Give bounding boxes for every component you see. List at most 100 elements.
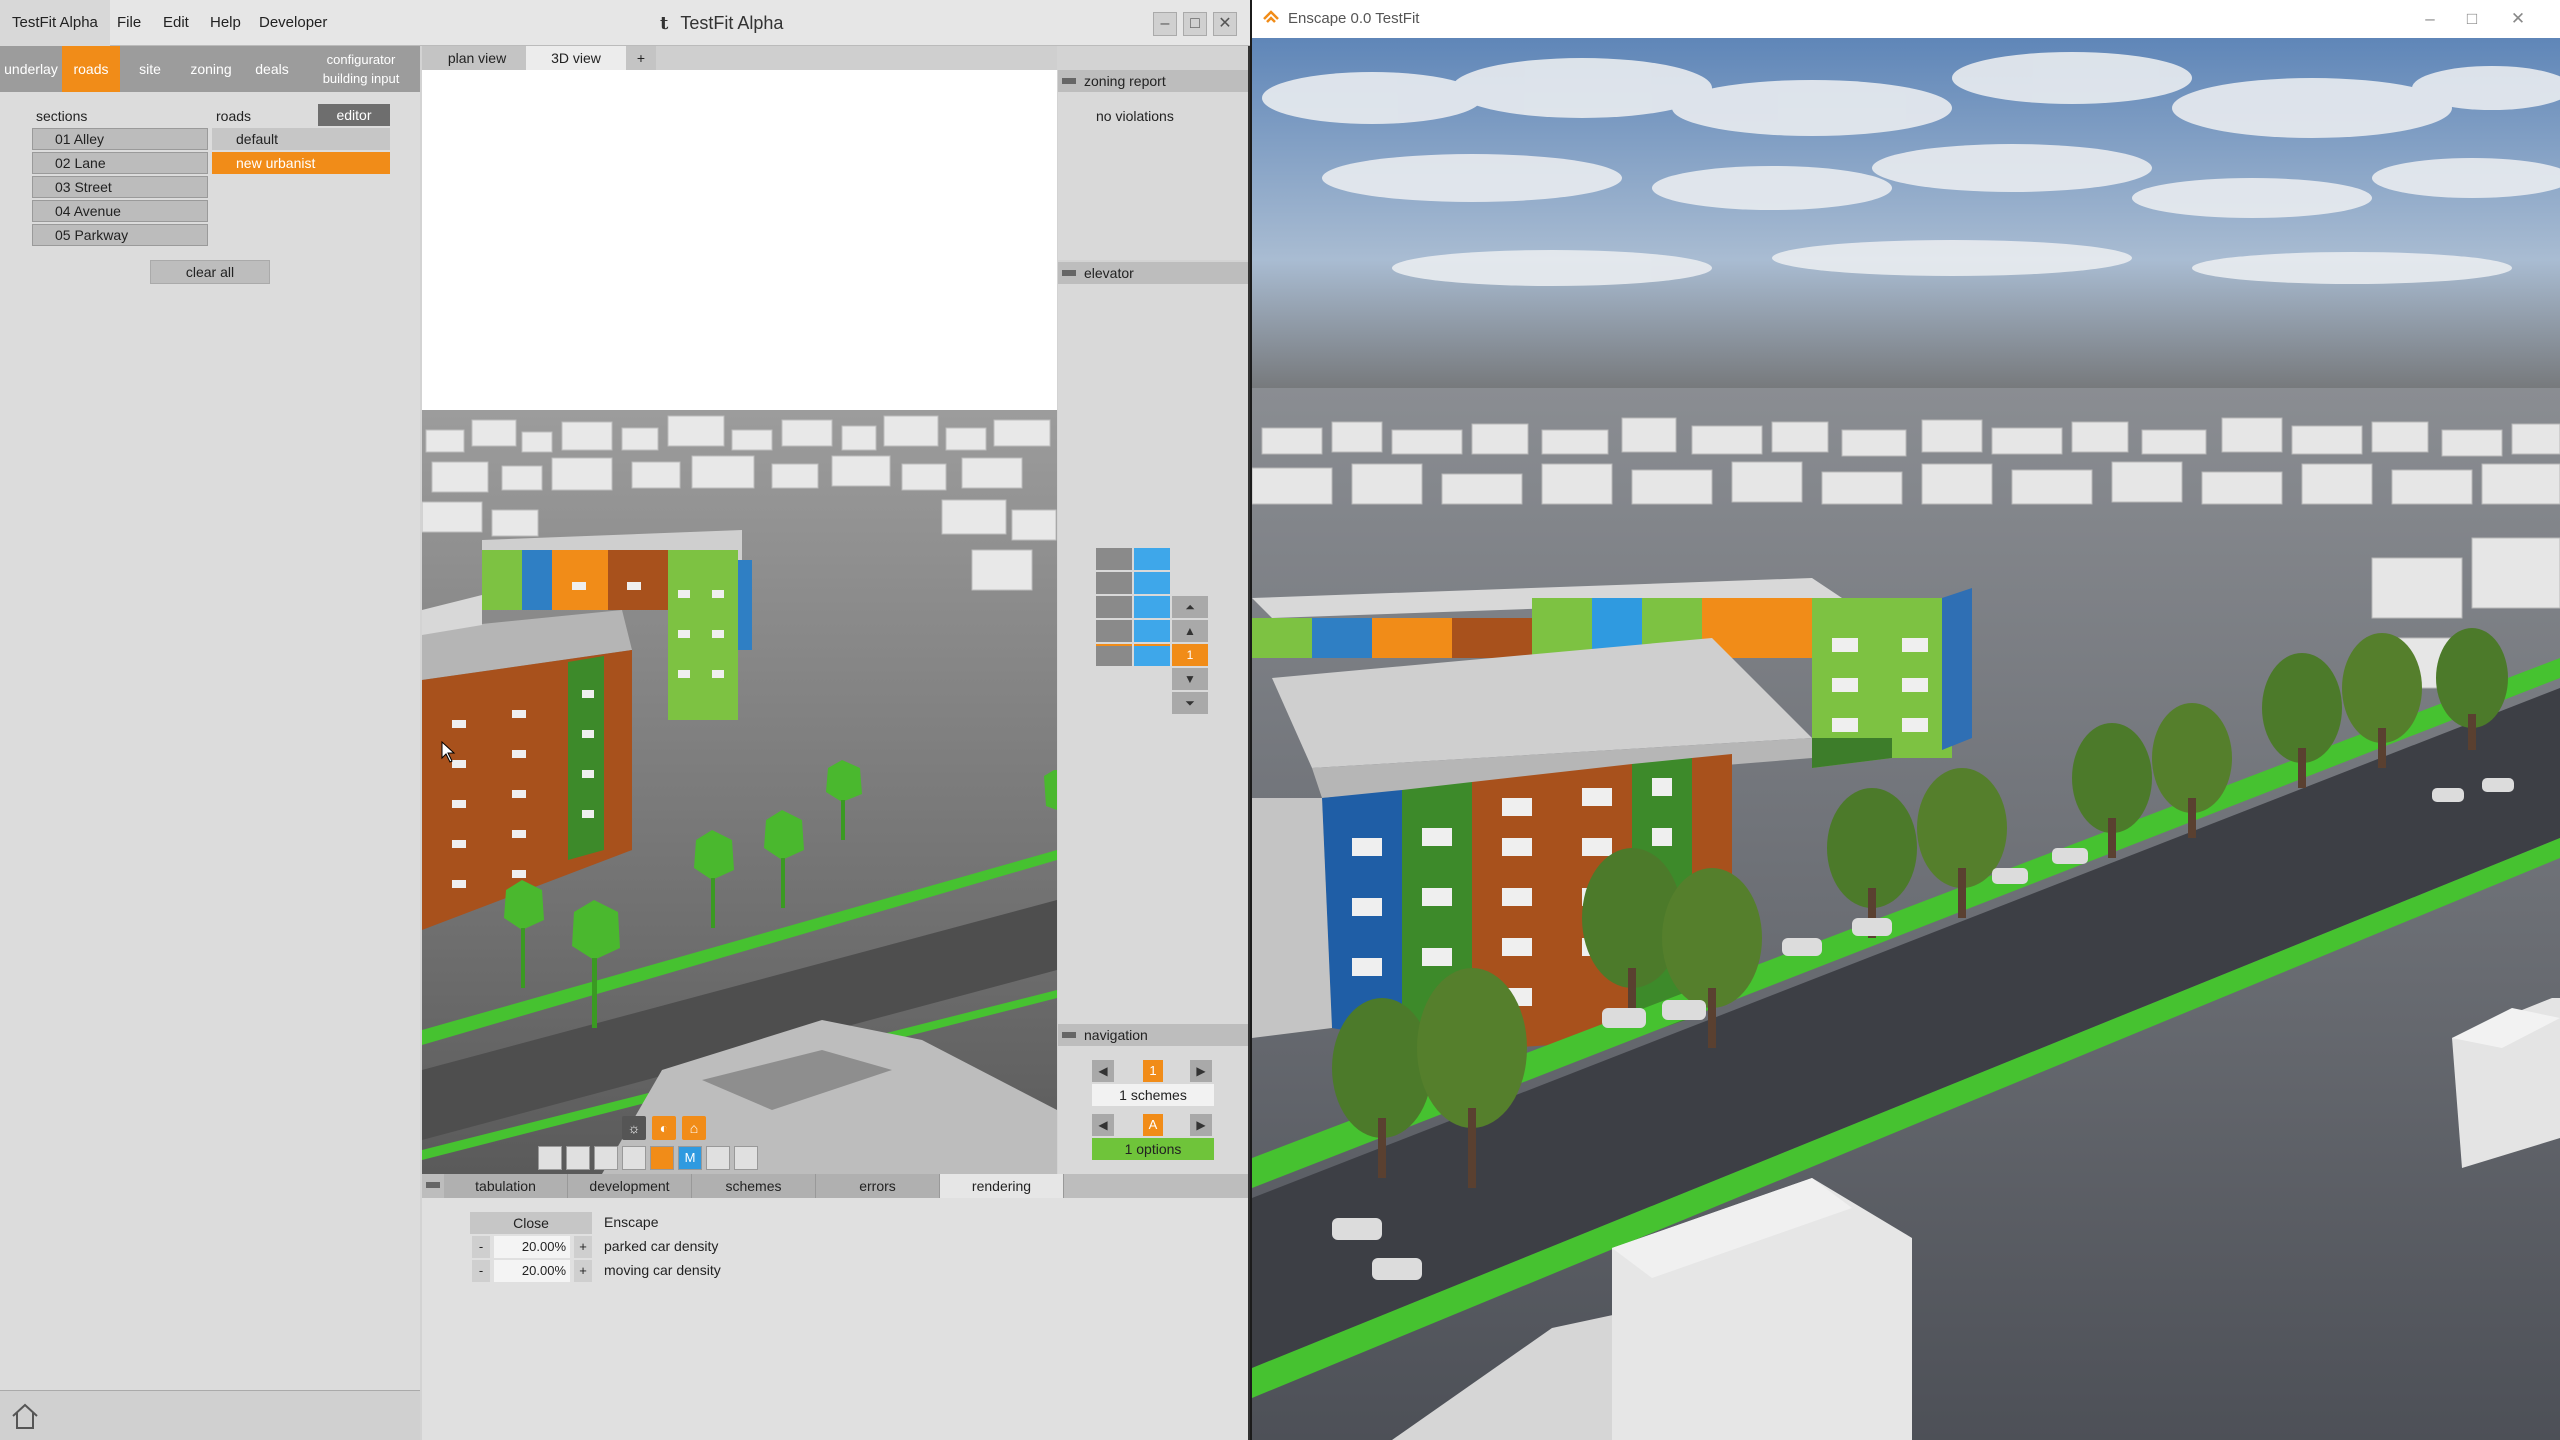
close-button[interactable]: Close [470,1212,592,1234]
schemes-label: 1 schemes [1092,1084,1214,1106]
road-item-default[interactable]: default [212,128,390,150]
floor-cell[interactable] [1134,596,1170,618]
contrast-icon[interactable]: ◐ [652,1116,676,1140]
add-tab-button[interactable]: + [626,46,656,70]
scheme-prev-icon[interactable]: ◀ [1092,1060,1114,1082]
home-icon[interactable] [10,1401,40,1431]
zoning-report-panel: no violations [1058,92,1248,260]
tab-configurator-line1: configurator [326,52,396,67]
tab-rendering[interactable]: rendering [940,1174,1064,1198]
section-item[interactable]: 01 Alley [32,128,208,150]
floor-cell[interactable] [1096,548,1132,570]
tab-underlay[interactable]: underlay [0,46,62,92]
floor-cell[interactable] [1096,572,1132,594]
testfit-logo-icon: t [660,13,669,34]
elevator-header[interactable]: elevator [1058,262,1248,284]
menu-file[interactable]: File [117,0,141,46]
cube-icon[interactable] [650,1146,674,1170]
scheme-next-icon[interactable]: ▶ [1190,1060,1212,1082]
toolbar-row-bottom: M [538,1146,758,1172]
minimize-icon[interactable]: – [1153,12,1177,36]
clear-all-button[interactable]: clear all [150,260,270,284]
floor-cell[interactable] [1134,548,1170,570]
road-item-new-urbanist[interactable]: new urbanist [212,152,390,174]
tab-plan-view[interactable]: plan view [422,46,532,70]
bottom-left-bar [0,1390,420,1440]
collapse-icon[interactable] [1062,270,1076,276]
parked-plus-button[interactable]: + [574,1236,592,1258]
tab-3d-view[interactable]: 3D view [526,46,626,70]
close-icon[interactable]: ✕ [1213,12,1237,36]
navigation-header[interactable]: navigation [1058,1024,1248,1046]
tab-development[interactable]: development [568,1174,692,1198]
3d-viewport[interactable]: ☼ ◐ ⌂ M [422,70,1057,1174]
3d-scene[interactable] [422,70,1057,1174]
tab-tabulation[interactable]: tabulation [444,1174,568,1198]
enscape-render-view[interactable] [1252,38,2560,1440]
collapse-icon[interactable] [426,1182,440,1188]
option-next-icon[interactable]: ▶ [1190,1114,1212,1136]
floor-up-icon[interactable]: ▲ [1172,620,1208,642]
minimize-icon[interactable]: – [2410,0,2450,38]
option-value: A [1143,1114,1163,1136]
tab-errors[interactable]: errors [816,1174,940,1198]
floor-cell[interactable] [1134,644,1170,666]
floor-plan-icon[interactable] [594,1146,618,1170]
menu-edit[interactable]: Edit [163,0,189,46]
tab-schemes[interactable]: schemes [692,1174,816,1198]
collapse-icon[interactable] [1062,1032,1076,1038]
angle-icon[interactable] [706,1146,730,1170]
menu-help[interactable]: Help [210,0,241,46]
layers-icon[interactable] [566,1146,590,1170]
maximize-icon[interactable]: □ [1183,12,1207,36]
section-item[interactable]: 02 Lane [32,152,208,174]
floor-cell[interactable] [1096,620,1132,642]
collapse-icon[interactable] [1062,78,1076,84]
menu-app[interactable]: TestFit Alpha [0,0,110,46]
roads-panel: sections roads 01 Alley 02 Lane 03 Stree… [0,92,420,1390]
stack-icon[interactable] [622,1146,646,1170]
moving-minus-button[interactable]: - [472,1260,490,1282]
floor-bottom-icon[interactable]: ⏷ [1172,692,1208,714]
testfit-window: TestFit Alpha File Edit Help Developer t… [0,0,1250,1440]
moving-density-input[interactable]: 20.00% [494,1260,570,1282]
floor-cell[interactable] [1096,644,1132,666]
menu-developer[interactable]: Developer [259,0,327,46]
top-tabs: underlay roads site zoning deals configu… [0,46,420,92]
navigation-title: navigation [1084,1027,1148,1043]
floor-cell[interactable] [1134,620,1170,642]
measure-icon[interactable]: M [678,1146,702,1170]
enscape-logo-icon [1263,10,1279,23]
tab-configurator-line2: building input [322,71,400,86]
close-icon[interactable]: ✕ [2498,0,2538,38]
roads-label: roads [216,108,252,124]
tab-zoning[interactable]: zoning [180,46,242,92]
zoning-report-header[interactable]: zoning report [1058,70,1248,92]
editor-button[interactable]: editor [318,104,390,126]
building-icon[interactable] [538,1146,562,1170]
tab-roads[interactable]: roads [62,46,120,92]
floor-down-icon[interactable]: ▼ [1172,668,1208,690]
tab-configurator[interactable]: configurator building input [302,46,420,92]
enscape-label: Enscape [604,1214,659,1230]
parked-density-input[interactable]: 20.00% [494,1236,570,1258]
bottom-tabs: tabulation development schemes errors re… [422,1174,1248,1198]
floor-cell[interactable] [1134,572,1170,594]
tab-deals[interactable]: deals [242,46,302,92]
floor-cell[interactable] [1096,596,1132,618]
maximize-icon[interactable]: □ [2452,0,2492,38]
expand-icon[interactable] [734,1146,758,1170]
section-item[interactable]: 04 Avenue [32,200,208,222]
current-floor: 1 [1172,644,1208,666]
option-prev-icon[interactable]: ◀ [1092,1114,1114,1136]
home-outline-icon[interactable]: ⌂ [682,1116,706,1140]
parked-minus-button[interactable]: - [472,1236,490,1258]
sun-icon[interactable]: ☼ [622,1116,646,1140]
moving-plus-button[interactable]: + [574,1260,592,1282]
floor-top-icon[interactable]: ⏶ [1172,596,1208,618]
section-item[interactable]: 03 Street [32,176,208,198]
enscape-titlebar: Enscape 0.0 TestFit – □ ✕ [1252,0,2560,38]
tab-site[interactable]: site [120,46,180,92]
enscape-title: Enscape 0.0 TestFit [1288,10,1420,27]
section-item[interactable]: 05 Parkway [32,224,208,246]
